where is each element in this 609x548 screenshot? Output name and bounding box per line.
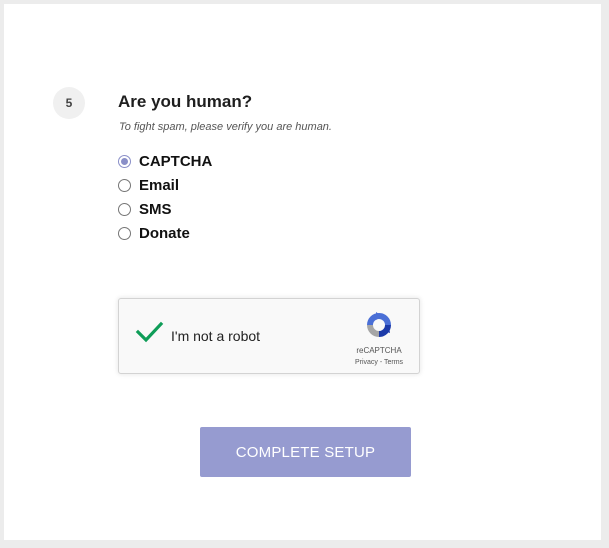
step-subtitle: To fight spam, please verify you are hum…	[119, 121, 332, 133]
option-label: Email	[139, 176, 180, 194]
verification-options: CAPTCHA Email SMS Donate	[118, 149, 212, 245]
option-label: Donate	[139, 224, 190, 242]
recaptcha-links: Privacy - Terms	[345, 359, 413, 366]
option-email[interactable]: Email	[118, 173, 212, 197]
checkmark-icon[interactable]	[134, 317, 164, 347]
recaptcha-widget: I'm not a robot reCAPTCHA Privacy - Term…	[118, 298, 420, 374]
privacy-link[interactable]: Privacy	[355, 359, 378, 366]
step-number-badge: 5	[53, 87, 85, 119]
radio-donate[interactable]	[118, 226, 131, 240]
recaptcha-brand: reCAPTCHA	[356, 346, 402, 355]
radio-sms[interactable]	[118, 202, 131, 216]
option-sms[interactable]: SMS	[118, 197, 212, 221]
recaptcha-checkbox-label[interactable]: I'm not a robot	[171, 328, 260, 344]
complete-setup-button[interactable]: COMPLETE SETUP	[200, 427, 411, 477]
option-label: CAPTCHA	[139, 152, 213, 170]
terms-link[interactable]: Terms	[384, 359, 403, 366]
step-title: Are you human?	[118, 92, 253, 111]
option-label: SMS	[139, 200, 172, 218]
option-captcha[interactable]: CAPTCHA	[118, 149, 212, 173]
recaptcha-logo-icon	[367, 312, 391, 337]
setup-card: 5 Are you human? To fight spam, please v…	[4, 4, 601, 540]
radio-email[interactable]	[118, 178, 131, 192]
radio-captcha[interactable]	[118, 154, 131, 168]
option-donate[interactable]: Donate	[118, 221, 212, 245]
